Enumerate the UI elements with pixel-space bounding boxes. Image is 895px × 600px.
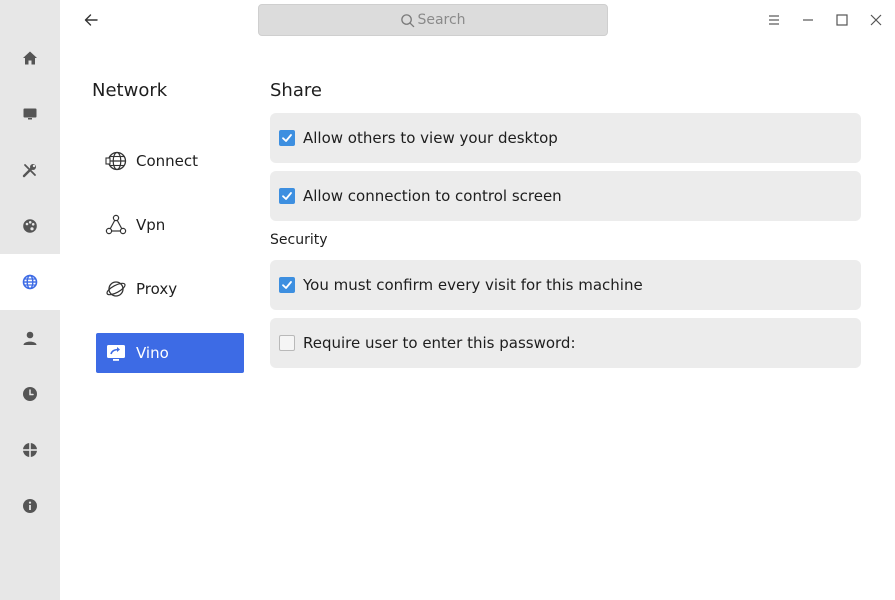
option-label: You must confirm every visit for this ma…	[303, 276, 643, 294]
globe-icon	[22, 274, 38, 290]
arrow-left-icon	[84, 14, 98, 26]
sidebar-item-label: Proxy	[136, 280, 178, 298]
option-label: Require user to enter this password:	[303, 334, 576, 352]
sidebar-item-label: Connect	[136, 152, 199, 170]
maximize-button[interactable]	[830, 8, 854, 32]
search-icon	[401, 14, 415, 28]
checkmark-icon	[282, 134, 292, 142]
view-desktop-checkbox[interactable]	[279, 130, 295, 146]
minimize-icon	[803, 19, 813, 21]
planet-icon	[104, 277, 128, 301]
minimize-button[interactable]	[796, 8, 820, 32]
sidebar-item-label: Vino	[136, 344, 169, 362]
rail-item-personalize[interactable]	[0, 198, 60, 254]
info-icon	[23, 499, 37, 513]
rail-item-datetime[interactable]	[0, 366, 60, 422]
rail-item-account[interactable]	[0, 310, 60, 366]
option-view-desktop: Allow others to view your desktop	[270, 113, 861, 163]
display-icon	[23, 108, 37, 120]
sidebar-item-proxy[interactable]: Proxy	[96, 269, 244, 309]
share-title: Share	[270, 80, 322, 101]
option-control-screen: Allow connection to control screen	[270, 171, 861, 221]
checkmark-icon	[282, 192, 292, 200]
rail-item-update[interactable]	[0, 422, 60, 478]
tools-icon	[22, 164, 36, 178]
close-icon	[870, 14, 882, 26]
crosshair-icon	[23, 443, 37, 457]
rail-item-display[interactable]	[0, 86, 60, 142]
user-icon	[23, 331, 37, 345]
menu-icon	[769, 15, 779, 25]
home-icon	[23, 51, 37, 65]
option-label: Allow others to view your desktop	[303, 129, 558, 147]
remote-desktop-icon	[104, 341, 128, 365]
search-input[interactable]: Search	[258, 4, 608, 36]
sidebar-item-vino[interactable]: Vino	[96, 333, 244, 373]
sidebar-item-connect[interactable]: Connect	[96, 141, 244, 181]
menu-button[interactable]	[762, 8, 786, 32]
sidebar-item-label: Vpn	[136, 216, 166, 234]
rail-item-network[interactable]	[0, 254, 60, 310]
rail-item-about[interactable]	[0, 478, 60, 534]
back-button[interactable]	[79, 8, 103, 32]
clock-icon	[23, 387, 37, 401]
option-label: Allow connection to control screen	[303, 187, 562, 205]
require-password-checkbox[interactable]	[279, 335, 295, 351]
checkmark-icon	[282, 281, 292, 289]
option-confirm-visit: You must confirm every visit for this ma…	[270, 260, 861, 310]
palette-icon	[23, 219, 37, 233]
maximize-icon	[836, 14, 848, 26]
close-button[interactable]	[864, 8, 888, 32]
globe-network-icon	[104, 149, 128, 173]
confirm-visit-checkbox[interactable]	[279, 277, 295, 293]
rail-item-home[interactable]	[0, 30, 60, 86]
vpn-nodes-icon	[104, 213, 128, 237]
search-placeholder: Search	[417, 12, 466, 28]
sidebar-item-vpn[interactable]: Vpn	[96, 205, 244, 245]
control-screen-checkbox[interactable]	[279, 188, 295, 204]
option-require-password: Require user to enter this password:	[270, 318, 861, 368]
rail-item-tools[interactable]	[0, 142, 60, 198]
left-rail	[0, 0, 60, 600]
sidebar-title: Network	[92, 80, 168, 101]
security-title: Security	[270, 232, 328, 248]
